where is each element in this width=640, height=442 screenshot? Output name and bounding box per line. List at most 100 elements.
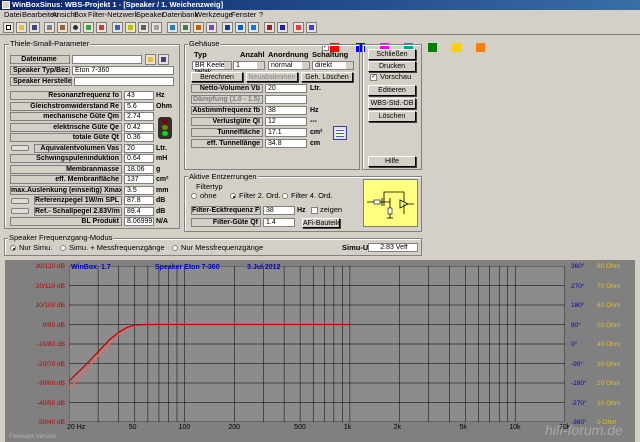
anordnung-select[interactable]: normal [268, 61, 310, 70]
tsp-row-value[interactable]: 0.64 [124, 154, 154, 163]
nur-simu-radio[interactable] [10, 245, 16, 251]
marker-icon[interactable] [306, 22, 317, 33]
menu-speaker[interactable]: Speaker [136, 10, 164, 20]
schaltung-select[interactable]: direkt [312, 61, 354, 70]
speaker-icon[interactable] [70, 22, 81, 33]
tsp-speaker-icon[interactable] [11, 145, 29, 151]
filtertyp-label: Filtertyp [196, 182, 223, 191]
dateiname-field[interactable] [72, 55, 142, 64]
tsp-row-value[interactable]: 20 [124, 143, 154, 153]
info-icon[interactable] [277, 22, 288, 33]
tsp-row-value[interactable]: 2.74 [124, 112, 154, 121]
tsp-row-value[interactable]: 5.6 [124, 101, 154, 111]
tool-icon[interactable] [151, 22, 162, 33]
menu-fenster[interactable]: Fenster [231, 10, 256, 20]
open-icon[interactable] [16, 22, 27, 33]
yellow-color-icon[interactable] [452, 43, 461, 52]
typ-select[interactable]: BR Keele teilak [192, 61, 232, 76]
schliessen-button[interactable]: Schließen [368, 49, 416, 60]
hersteller-field[interactable] [74, 77, 174, 86]
print-icon[interactable] [44, 22, 55, 33]
tsp-row-value[interactable]: 137 [124, 175, 154, 184]
tsp-row-value[interactable]: 0.42 [124, 122, 154, 132]
afi-bauteile-button[interactable]: AFi-Bauteile [302, 218, 340, 228]
simu-mess-radio[interactable] [60, 245, 66, 251]
simu-u-field[interactable]: 2.83 Veff [368, 243, 418, 252]
gehaeuse-row-value[interactable]: 20 [265, 84, 307, 93]
ohne-radio[interactable] [191, 193, 197, 199]
measure-icon[interactable] [125, 22, 136, 33]
gehaeuse-row-value[interactable]: 34.8 [265, 139, 307, 148]
drucken-button[interactable]: Drucken [368, 61, 416, 72]
new-icon[interactable] [3, 22, 14, 33]
green-color-icon[interactable] [428, 43, 437, 52]
gehaeuse-row-value[interactable]: 17.1 [265, 128, 307, 137]
filter4-radio[interactable] [282, 193, 288, 199]
tsp-row-value[interactable]: 43 [124, 91, 154, 100]
tsp-row-value[interactable]: 18.06 [124, 164, 154, 174]
x-tick: 50 [128, 424, 137, 431]
neuabstimmen-button[interactable]: Neuabstimmen [246, 72, 298, 82]
tsp-row-label: Referenzpegel 1W/m SPL [34, 196, 122, 205]
y-tick-left: -30/60 dB [36, 380, 65, 387]
menu-ansicht[interactable]: Ansicht [52, 10, 77, 20]
tsp-row-value[interactable]: 3.5 [124, 185, 154, 195]
calc-icon[interactable] [167, 22, 178, 33]
typ-field[interactable]: Eton 7-360 [72, 66, 174, 75]
tsp-row-value[interactable]: 0.36 [124, 133, 154, 142]
wbs-db-button[interactable]: WBS-Std.-DB [368, 98, 416, 109]
tsp-row-value[interactable]: 8.06999 [124, 217, 154, 226]
zeigen-checkbox[interactable] [311, 207, 318, 214]
cascade-icon[interactable] [235, 22, 246, 33]
tsp-row-unit: g [156, 165, 161, 173]
freeware-watermark: Freeware Version [9, 434, 57, 440]
tsp-speaker-icon[interactable] [11, 197, 29, 204]
gehaeuse-loeschen-button[interactable]: Geh. Löschen [301, 72, 353, 82]
tsp-row-value[interactable]: 89.4 [124, 206, 154, 216]
x-tick: 200 [228, 424, 241, 431]
vorschau-checkbox[interactable]: ✓ [370, 74, 377, 81]
gehaeuse-row-value[interactable] [265, 95, 307, 104]
database-icon[interactable] [138, 22, 149, 33]
tsp-row-value[interactable]: 87.8 [124, 196, 154, 205]
hilfe-button[interactable]: Hilfe [368, 156, 416, 167]
gehaeuse-row-value[interactable]: 12 [265, 117, 307, 126]
typ-label: Speaker Typ/Bez. [10, 66, 70, 75]
editieren-button[interactable]: Editieren [368, 85, 416, 96]
help-book-icon[interactable] [264, 22, 275, 33]
eckfrequenz-field[interactable]: 38 [263, 206, 295, 215]
phase-icon[interactable] [206, 22, 217, 33]
tsp-title: Thiele-Small-Parameter [9, 39, 91, 48]
berechnen-button[interactable]: Berechnen [191, 72, 243, 82]
anzahl-select[interactable]: 1 [233, 61, 265, 70]
table-icon[interactable] [180, 22, 191, 33]
dateiname-label: Dateiname [10, 55, 70, 64]
window-icon[interactable] [222, 22, 233, 33]
orange-color-icon[interactable] [476, 43, 485, 52]
save-icon[interactable] [29, 22, 40, 33]
filter2-radio[interactable] [230, 193, 236, 199]
open-file-icon[interactable] [145, 54, 156, 65]
gehaeuse-row-value[interactable]: 38 [265, 106, 307, 115]
filter-icon[interactable] [83, 22, 94, 33]
menu-werkzeuge[interactable]: Werkzeuge [195, 10, 233, 20]
menu-filter-netzwerk[interactable]: Filter-Netzwerk [88, 10, 138, 20]
tile-icon[interactable] [248, 22, 259, 33]
save-file-icon[interactable] [158, 54, 169, 65]
menu-datei[interactable]: Datei [4, 10, 22, 20]
plot-area[interactable] [69, 266, 565, 422]
menu-datenbank[interactable]: Datenbank [162, 10, 198, 20]
menu-box[interactable]: Box [74, 10, 87, 20]
loeschen-button[interactable]: Löschen [368, 111, 416, 122]
tunnel-calc-icon[interactable] [333, 126, 347, 140]
menu-help[interactable]: ? [259, 10, 263, 20]
filter-guete-field[interactable]: 1.4 [263, 218, 295, 227]
chart-icon[interactable] [112, 22, 123, 33]
curve-icon[interactable] [293, 22, 304, 33]
tsp-row-label: Schwingspuleninduktion [10, 154, 122, 163]
box-icon[interactable] [57, 22, 68, 33]
network-icon[interactable] [96, 22, 107, 33]
nur-mess-radio[interactable] [172, 245, 178, 251]
graph-icon[interactable] [193, 22, 204, 33]
tsp-speaker-icon[interactable] [11, 208, 29, 214]
